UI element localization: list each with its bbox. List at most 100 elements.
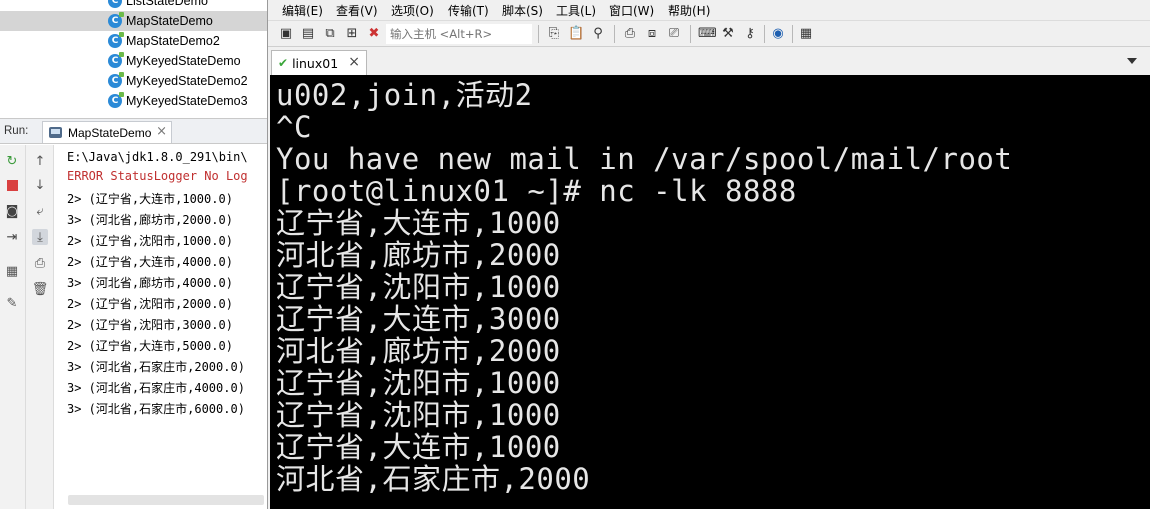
- terminal-line: 辽宁省,沈阳市,1000: [276, 366, 561, 400]
- restore-layout-icon[interactable]: ⇥: [4, 229, 20, 245]
- console-line: 2> (辽宁省,大连市,5000.0): [67, 339, 233, 353]
- java-class-icon: C: [108, 72, 124, 88]
- menu-help[interactable]: 帮助(H): [668, 2, 710, 19]
- close-icon[interactable]: ×: [156, 124, 167, 139]
- terminal-line: u002,join,活动2: [276, 78, 533, 112]
- menu-transfer[interactable]: 传输(T): [448, 2, 489, 19]
- tree-item-liststatedemo[interactable]: C ListStateDemo: [0, 0, 267, 11]
- soft-wrap-icon[interactable]: ⤶: [32, 203, 48, 219]
- java-class-icon: C: [108, 52, 124, 68]
- tree-item-mapstatedemo[interactable]: C MapStateDemo: [0, 11, 267, 31]
- menu-tools[interactable]: 工具(L): [556, 2, 596, 19]
- key-icon[interactable]: ⚷: [742, 26, 758, 42]
- terminal-window: 编辑(E) 查看(V) 选项(O) 传输(T) 脚本(S) 工具(L) 窗口(W…: [267, 0, 1150, 509]
- terminal-line: 辽宁省,沈阳市,1000: [276, 270, 561, 304]
- close-icon[interactable]: ×: [348, 54, 360, 70]
- rerun-icon[interactable]: ↻: [4, 153, 20, 169]
- layout-icon[interactable]: ▦: [4, 263, 20, 279]
- properties-icon[interactable]: ⊞: [344, 26, 360, 42]
- console-line: 3> (河北省,石家庄市,2000.0): [67, 360, 245, 374]
- console-line: 3> (河北省,廊坊市,2000.0): [67, 213, 233, 227]
- menu-script[interactable]: 脚本(S): [502, 2, 543, 19]
- stop-icon[interactable]: [4, 177, 20, 193]
- host-input[interactable]: [386, 24, 532, 44]
- copy-icon[interactable]: ⎘: [546, 26, 562, 42]
- keymap-icon[interactable]: ⌨: [698, 26, 717, 42]
- console-line: E:\Java\jdk1.8.0_291\bin\: [67, 150, 248, 164]
- terminal-line: You have new mail in /var/spool/mail/roo…: [276, 142, 1013, 176]
- open-session-icon[interactable]: ▤: [300, 26, 316, 42]
- java-class-icon: C: [108, 12, 124, 28]
- tree-item-mykeyedstatedemo2[interactable]: C MyKeyedStateDemo2: [0, 71, 267, 91]
- tree-item-label: MapStateDemo2: [126, 34, 220, 48]
- run-tab-mapstatedemo[interactable]: MapStateDemo ×: [42, 121, 172, 143]
- console-line: 2> (辽宁省,沈阳市,3000.0): [67, 318, 233, 332]
- log-icon[interactable]: ⎙: [622, 26, 638, 42]
- print-icon[interactable]: ⎚: [666, 26, 682, 42]
- java-class-icon: C: [108, 92, 124, 108]
- console-line: 2> (辽宁省,大连市,1000.0): [67, 192, 233, 206]
- toolbar-separator: [538, 25, 539, 43]
- tools-icon[interactable]: ⚒: [720, 26, 736, 42]
- menu-bar: 编辑(E) 查看(V) 选项(O) 传输(T) 脚本(S) 工具(L) 窗口(W…: [268, 0, 1150, 20]
- project-tree: C ListStateDemo C MapStateDemo C MapStat…: [0, 0, 267, 118]
- connected-check-icon: ✔: [278, 56, 289, 70]
- console-line: ERROR StatusLogger No Log: [67, 169, 248, 183]
- screen: C ListStateDemo C MapStateDemo C MapStat…: [0, 0, 1150, 509]
- terminal-line: 河北省,廊坊市,2000: [276, 334, 561, 368]
- menu-options[interactable]: 选项(O): [391, 2, 434, 19]
- java-class-icon: C: [108, 32, 124, 48]
- terminal-line: 辽宁省,大连市,1000: [276, 430, 561, 464]
- tree-item-mapstatedemo2[interactable]: C MapStateDemo2: [0, 31, 267, 51]
- terminal-line: 河北省,石家庄市,2000: [276, 462, 591, 496]
- run-toolwindow-header: Run: MapStateDemo ×: [0, 118, 267, 144]
- toolbar-separator: [614, 25, 615, 43]
- ide-window: C ListStateDemo C MapStateDemo C MapStat…: [0, 0, 267, 509]
- session-tab-bar: ✔ linux01 ×: [268, 47, 1150, 75]
- horizontal-scrollbar[interactable]: [68, 495, 264, 505]
- print-icon[interactable]: ⎙: [32, 255, 48, 271]
- run-tab-label: MapStateDemo: [68, 125, 152, 140]
- layout-icon[interactable]: ▦: [798, 26, 814, 42]
- disconnect-icon[interactable]: ✖: [366, 26, 382, 42]
- reconnect-icon[interactable]: ⧉: [322, 26, 338, 42]
- session-tab-linux01[interactable]: ✔ linux01 ×: [271, 50, 367, 75]
- paste-icon[interactable]: 📋: [568, 26, 584, 42]
- pin-icon[interactable]: ✎: [4, 295, 20, 311]
- menu-window[interactable]: 窗口(W): [609, 2, 654, 19]
- camera-icon[interactable]: ◙: [4, 203, 20, 219]
- menu-edit[interactable]: 编辑(E): [282, 2, 323, 19]
- console-line: 3> (河北省,廊坊市,4000.0): [67, 276, 233, 290]
- tree-item-label: ListStateDemo: [126, 0, 208, 8]
- tree-item-mykeyedstatedemo[interactable]: C MyKeyedStateDemo: [0, 51, 267, 71]
- help-icon[interactable]: ◉: [770, 26, 786, 42]
- run-actions-toolbar: ↻ ◙ ⇥ ▦ ✎: [0, 145, 26, 509]
- scroll-to-end-icon[interactable]: ⤓: [32, 229, 48, 245]
- console-line: 2> (辽宁省,沈阳市,1000.0): [67, 234, 233, 248]
- toolbar: ▣ ▤ ⧉ ⊞ ✖ ⎘ 📋 ⚲ ⎙ ⧈ ⎚ ⌨ ⚒ ⚷ ◉ ▦: [268, 20, 1150, 47]
- arrow-down-icon[interactable]: ↓: [32, 177, 48, 193]
- tree-item-label: MyKeyedStateDemo: [126, 54, 241, 68]
- terminal-line: [root@linux01 ~]# nc -lk 8888: [276, 174, 797, 208]
- terminal-screen[interactable]: u002,join,活动2 ^C You have new mail in /v…: [270, 75, 1150, 509]
- java-class-icon: C: [108, 0, 122, 8]
- trash-icon[interactable]: 🗑: [32, 281, 49, 297]
- new-session-icon[interactable]: ▣: [278, 26, 294, 42]
- tree-item-mykeyedstatedemo3[interactable]: C MyKeyedStateDemo3: [0, 91, 267, 111]
- tree-item-label: MyKeyedStateDemo3: [126, 94, 248, 108]
- console-actions-toolbar: ↑ ↓ ⤶ ⤓ ⎙ 🗑: [26, 145, 54, 509]
- toolbar-separator: [792, 25, 793, 43]
- toolbar-separator: [690, 25, 691, 43]
- tree-item-label: MapStateDemo: [126, 14, 213, 28]
- terminal-line: 辽宁省,大连市,1000: [276, 206, 561, 240]
- console-output: E:\Java\jdk1.8.0_291\bin\ ERROR StatusLo…: [55, 145, 267, 509]
- arrow-up-icon[interactable]: ↑: [32, 153, 48, 169]
- console-line: 2> (辽宁省,沈阳市,2000.0): [67, 297, 233, 311]
- session-tab-label: linux01: [292, 55, 339, 71]
- terminal-line: 辽宁省,沈阳市,1000: [276, 398, 561, 432]
- compose-icon[interactable]: ⧈: [644, 26, 660, 42]
- menu-view[interactable]: 查看(V): [336, 2, 378, 19]
- find-icon[interactable]: ⚲: [590, 26, 606, 42]
- chevron-down-icon[interactable]: [1127, 58, 1137, 64]
- run-label: Run:: [4, 125, 29, 137]
